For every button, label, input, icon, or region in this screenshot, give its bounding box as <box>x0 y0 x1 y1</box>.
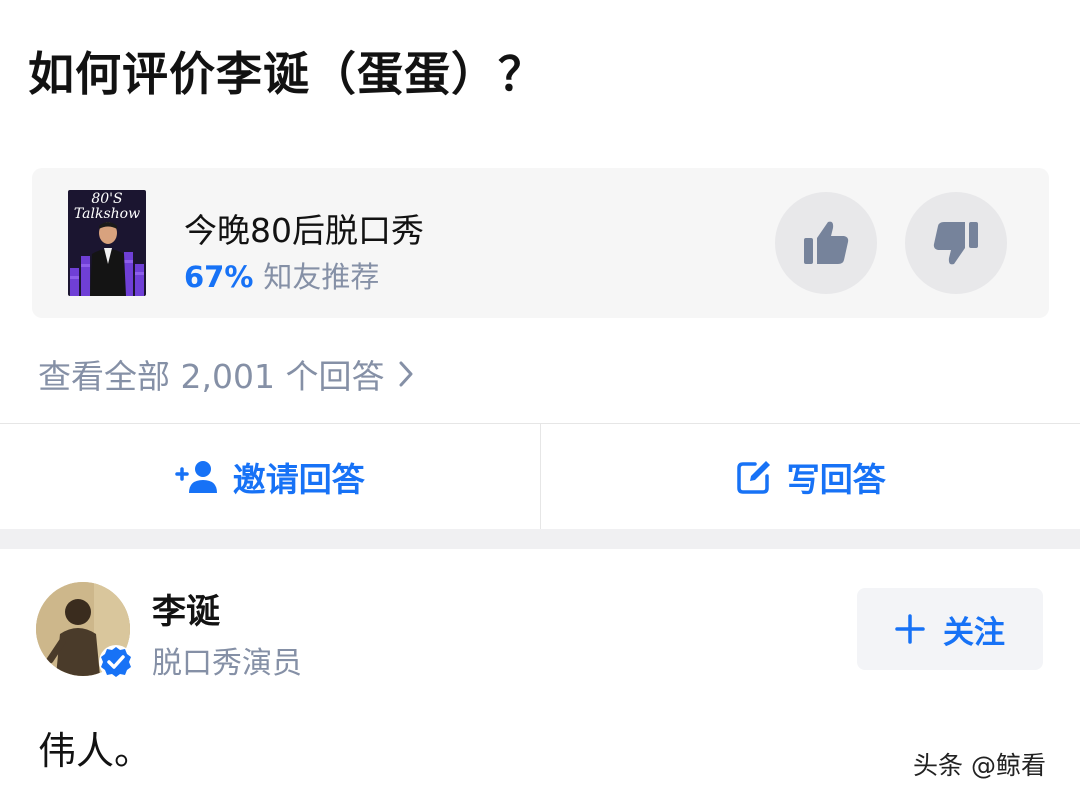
thumbs-down-icon <box>933 222 978 265</box>
chevron-right-icon <box>398 360 414 388</box>
follow-label: 关注 <box>943 614 1005 651</box>
recommend-label: 知友推荐 <box>263 260 380 294</box>
recommend-percent: 67% <box>184 260 254 294</box>
author-bio: 脱口秀演员 <box>152 646 302 681</box>
write-answer-label: 写回答 <box>786 459 886 499</box>
answer-action-bar: 邀请回答 写回答 <box>0 423 1080 529</box>
plus-icon <box>895 614 925 644</box>
topic-card[interactable]: 80'S Talkshow 今晚80后脱口秀 67% 知友推荐 <box>32 168 1049 318</box>
answer-content[interactable]: 伟人。 <box>38 720 152 775</box>
follow-button[interactable]: 关注 <box>857 588 1043 670</box>
invite-answer-label: 邀请回答 <box>232 459 365 499</box>
like-button[interactable] <box>775 192 877 294</box>
write-answer-button[interactable]: 写回答 <box>539 424 1080 529</box>
section-divider <box>0 529 1080 549</box>
view-all-answers-link[interactable]: 查看全部 2,001 个回答 <box>38 350 414 398</box>
topic-cover-image[interactable]: 80'S Talkshow <box>68 190 146 296</box>
cover-title-text: 80'S Talkshow <box>73 191 141 222</box>
question-title: 如何评价李诞（蛋蛋）？ <box>28 47 545 101</box>
dislike-button[interactable] <box>905 192 1007 294</box>
add-person-icon <box>175 460 217 493</box>
view-all-label: 查看全部 2,001 个回答 <box>38 357 385 396</box>
topic-name[interactable]: 今晚80后脱口秀 <box>184 204 424 252</box>
topic-rating: 67% 知友推荐 <box>184 254 379 296</box>
cover-host-figure <box>90 222 126 296</box>
author-name[interactable]: 李诞 <box>152 584 220 633</box>
edit-icon <box>737 460 770 494</box>
watermark: 头条 @鲸看 <box>913 751 1046 780</box>
verified-badge-icon <box>99 645 133 679</box>
thumbs-up-icon <box>804 221 849 264</box>
invite-answer-button[interactable]: 邀请回答 <box>0 424 540 529</box>
